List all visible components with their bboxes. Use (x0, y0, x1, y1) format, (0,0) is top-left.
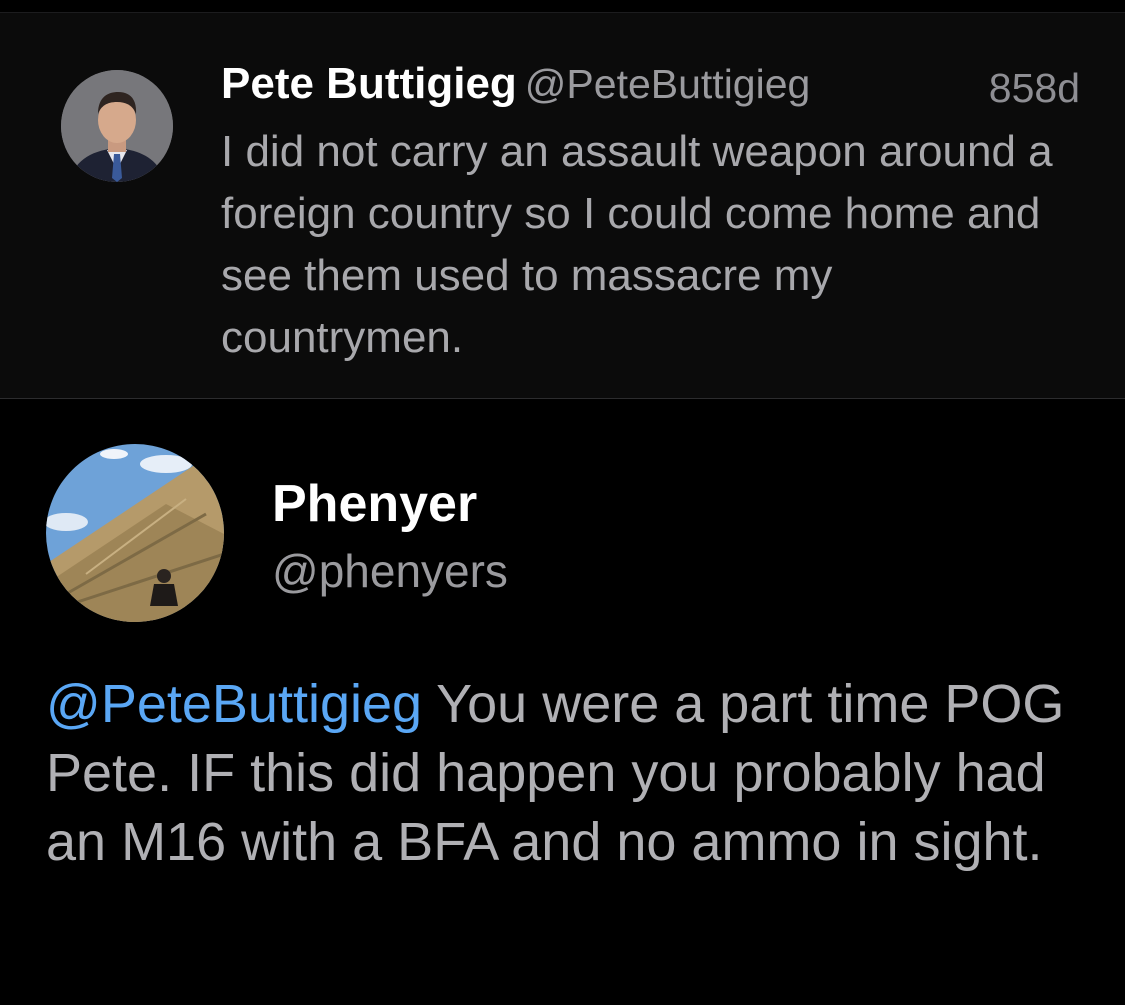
quoted-tweet[interactable]: Pete Buttigieg @PeteButtigieg 858d I did … (0, 13, 1125, 398)
quoted-author-handle[interactable]: @PeteButtigieg (525, 61, 811, 107)
reply-author-name[interactable]: Phenyer (272, 474, 477, 534)
reply-author-avatar[interactable] (46, 444, 224, 622)
reply-author-handle[interactable]: @phenyers (272, 544, 508, 598)
quoted-author-name[interactable]: Pete Buttigieg (221, 59, 517, 108)
quoted-tweet-text: I did not carry an assault weapon around… (221, 127, 1053, 362)
quoted-author-avatar[interactable] (61, 70, 173, 182)
section-divider (0, 398, 1125, 399)
quoted-header: Pete Buttigieg @PeteButtigieg (221, 59, 810, 111)
reply-mention-link[interactable]: @PeteButtigieg (46, 674, 422, 734)
reply-text: @PeteButtigieg You were a part time POG … (46, 670, 1106, 877)
quoted-timestamp: 858d (988, 65, 1080, 111)
